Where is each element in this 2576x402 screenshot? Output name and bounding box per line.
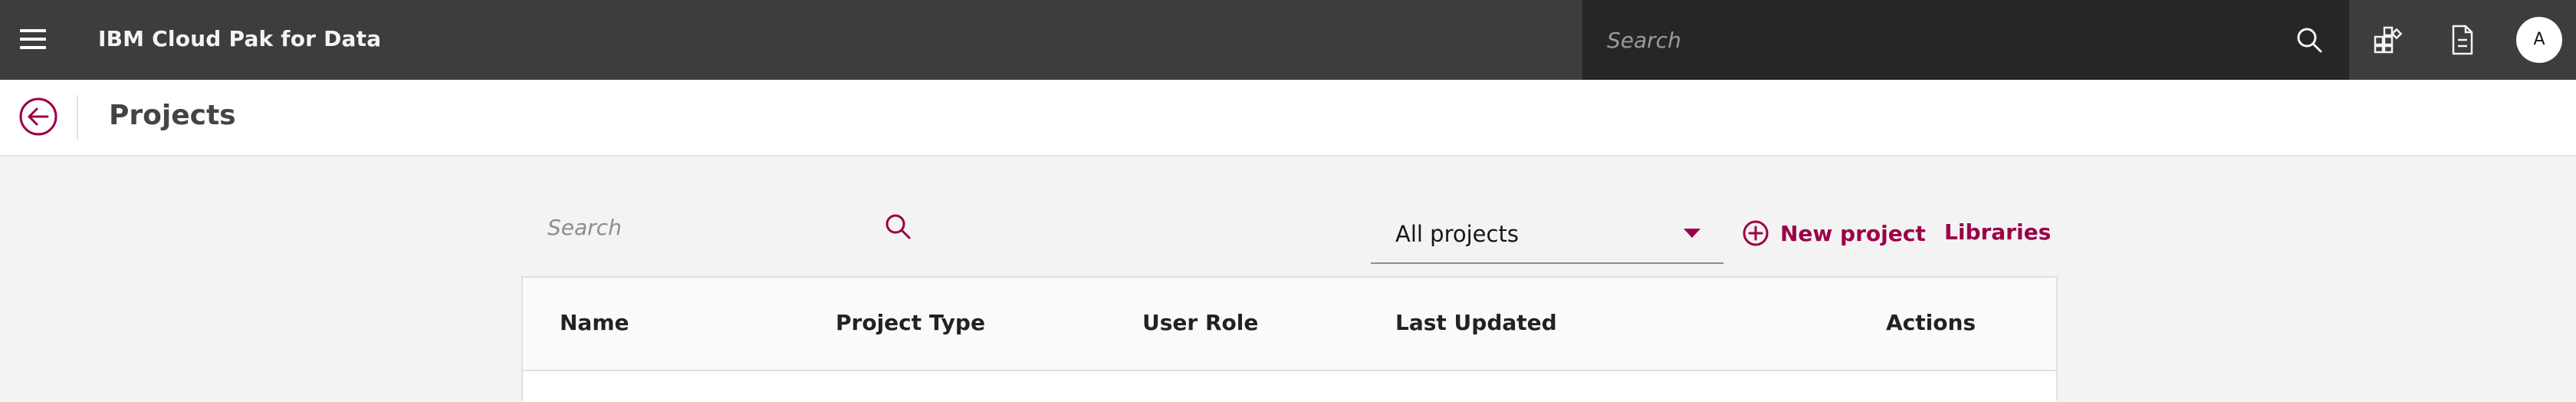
- column-header-actions: Actions: [1886, 310, 1976, 335]
- header-divider: [77, 95, 78, 140]
- projects-search: [524, 203, 923, 252]
- projects-table: Name Project Type User Role Last Updated…: [521, 276, 2058, 402]
- column-header-name[interactable]: Name: [560, 310, 629, 335]
- page-header: Projects: [0, 80, 2576, 157]
- search-icon[interactable]: [2295, 26, 2323, 54]
- table-header-row: Name Project Type User Role Last Updated…: [523, 278, 2056, 371]
- project-filter-dropdown[interactable]: All projects: [1371, 206, 1723, 264]
- chevron-down-icon: [1684, 229, 1700, 238]
- column-header-last-updated[interactable]: Last Updated: [1395, 310, 1557, 335]
- apps-icon[interactable]: [2371, 23, 2404, 57]
- search-icon[interactable]: [883, 212, 912, 241]
- top-nav-bar: IBM Cloud Pak for Data A: [0, 0, 2576, 80]
- add-circle-icon: [1743, 220, 1769, 246]
- new-project-button[interactable]: New project: [1742, 215, 1926, 252]
- column-header-project-type[interactable]: Project Type: [836, 310, 985, 335]
- document-icon[interactable]: [2446, 23, 2479, 57]
- avatar[interactable]: A: [2516, 17, 2562, 63]
- projects-search-input[interactable]: [546, 207, 871, 247]
- arrow-left-circle-icon[interactable]: [18, 97, 58, 137]
- hamburger-menu-icon[interactable]: [20, 28, 46, 51]
- table-row[interactable]: [523, 371, 2056, 402]
- global-search-input[interactable]: [1605, 20, 2268, 60]
- libraries-link[interactable]: Libraries: [1944, 219, 2051, 245]
- new-project-label: New project: [1780, 220, 1926, 246]
- global-search: [1582, 0, 2349, 80]
- page-title: Projects: [109, 100, 236, 131]
- column-header-user-role[interactable]: User Role: [1142, 310, 1258, 335]
- filter-selected-value: All projects: [1395, 221, 1519, 247]
- app-title: IBM Cloud Pak for Data: [98, 26, 382, 51]
